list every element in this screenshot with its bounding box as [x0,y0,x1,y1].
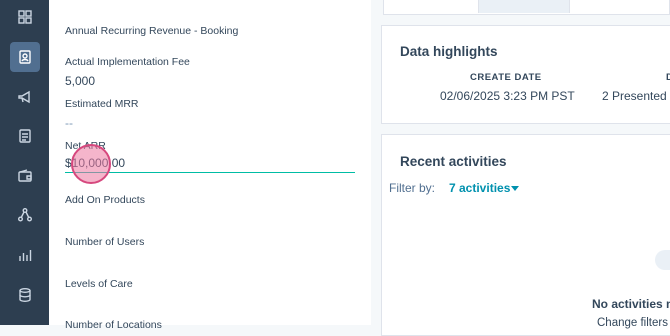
document-icon[interactable] [10,121,40,151]
change-filters-link[interactable]: Change filters [597,317,668,329]
data-highlights-card: Data highlights CREATE DATE 02/06/2025 3… [381,25,670,124]
property-label: Number of Users [65,236,145,248]
property-number-of-users[interactable]: Number of Users [65,236,355,248]
filter-label: Filter by: [389,181,436,195]
property-number-of-locations[interactable]: Number of Locations [65,319,355,331]
property-label: Estimated MRR [65,98,139,110]
contacts-icon[interactable] [10,42,40,72]
property-actual-implementation-fee[interactable]: Actual Implementation Fee 5,000 [65,56,355,88]
left-nav-sidebar [0,0,49,325]
property-label: Net ARR [65,140,106,152]
property-label: Levels of Care [65,278,133,290]
create-date-header: CREATE DATE [470,72,542,83]
tab-strip [383,0,670,15]
property-label: Annual Recurring Revenue - Booking [65,25,239,37]
property-add-on-products[interactable]: Add On Products [65,194,355,206]
stage-header: D [666,72,670,83]
wallet-icon[interactable] [10,161,40,191]
card-title: Recent activities [400,154,507,169]
chevron-down-icon[interactable] [511,186,519,191]
property-estimated-mrr[interactable]: Estimated MRR -- [65,98,355,130]
card-title: Data highlights [400,44,498,59]
bar-chart-icon[interactable] [10,240,40,270]
stage-value: 2 Presented (I [602,89,670,103]
activities-filter-dropdown[interactable]: 7 activities [449,181,510,195]
property-value: 5,000 [65,74,96,88]
empty-state-title: No activities m [592,297,670,311]
empty-state-illustration [655,250,670,270]
megaphone-icon[interactable] [10,82,40,112]
property-value: -- [65,116,73,130]
property-label: Actual Implementation Fee [65,56,190,68]
property-annual-recurring-revenue[interactable]: Annual Recurring Revenue - Booking [65,25,355,37]
tab[interactable] [478,0,570,13]
create-date-value: 02/06/2025 3:23 PM PST [440,89,575,103]
property-net-arr[interactable]: Net ARR [65,140,355,152]
database-icon[interactable] [10,280,40,310]
right-column: Data highlights CREATE DATE 02/06/2025 3… [371,0,670,336]
grid-icon[interactable] [10,2,40,32]
property-label: Number of Locations [65,319,162,331]
property-label: Add On Products [65,194,145,206]
click-indicator [71,144,111,184]
workflow-icon[interactable] [10,200,40,230]
property-levels-of-care[interactable]: Levels of Care [65,278,355,290]
